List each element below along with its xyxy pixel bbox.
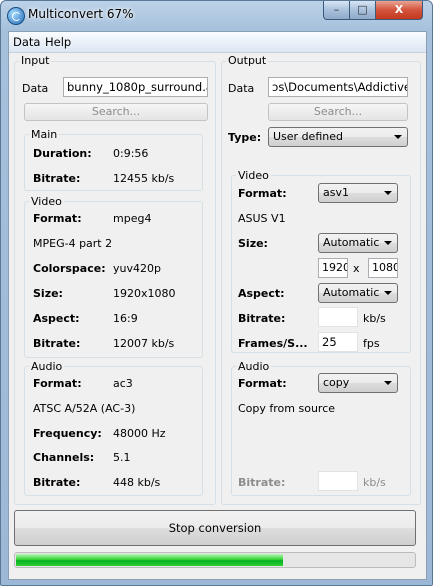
input-video-header: Video xyxy=(29,195,64,208)
input-video-format-value: mpeg4 xyxy=(113,212,152,225)
output-height-field[interactable]: 1080 xyxy=(368,258,398,278)
input-audio-format-label: Format: xyxy=(33,377,82,390)
chevron-down-icon xyxy=(384,291,392,295)
output-aspect-select[interactable]: Automatic xyxy=(318,283,398,303)
output-video-format-desc: ASUS V1 xyxy=(238,212,286,225)
input-audio-format-value: ac3 xyxy=(113,377,133,390)
input-audio-bitrate-value: 448 kb/s xyxy=(113,476,161,489)
input-data-label: Data xyxy=(22,82,49,95)
input-size-value: 1920x1080 xyxy=(113,287,176,300)
input-main-header: Main xyxy=(29,128,60,141)
app-window: Multiconvert 67% – □ X Data Help Input D… xyxy=(0,0,433,586)
output-aspect-value: Automatic xyxy=(323,286,380,299)
menu-data[interactable]: Data xyxy=(13,35,40,49)
progress-fill xyxy=(16,554,283,566)
chevron-down-icon xyxy=(384,241,392,245)
size-x-label: x xyxy=(353,262,360,275)
fps-label: Frames/S... xyxy=(238,337,308,350)
output-video-format-value: asv1 xyxy=(323,186,349,199)
input-video-bitrate-value: 12007 kb/s xyxy=(113,337,175,350)
fps-field[interactable]: 25 xyxy=(318,332,358,352)
menu-help[interactable]: Help xyxy=(45,35,71,49)
type-select-value: User defined xyxy=(273,130,343,143)
duration-label: Duration: xyxy=(33,147,92,160)
output-audio-bitrate-label: Bitrate: xyxy=(238,476,286,489)
output-audio-format-desc: Copy from source xyxy=(238,402,336,415)
frequency-value: 48000 Hz xyxy=(113,427,166,440)
output-audio-bitrate-field[interactable] xyxy=(318,471,358,491)
output-audio-format-select[interactable]: copy xyxy=(318,373,398,393)
input-bitrate-value: 12455 kb/s xyxy=(113,172,175,185)
input-aspect-label: Aspect: xyxy=(33,312,80,325)
output-video-bitrate-field[interactable] xyxy=(318,307,358,327)
output-size-select[interactable]: Automatic xyxy=(318,233,398,253)
colorspace-label: Colorspace: xyxy=(33,262,106,275)
output-video-bitrate-unit: kb/s xyxy=(363,312,386,325)
output-size-value: Automatic xyxy=(323,236,380,249)
input-video-bitrate-label: Bitrate: xyxy=(33,337,81,350)
close-button[interactable]: X xyxy=(375,1,423,20)
output-video-header: Video xyxy=(236,169,271,182)
output-video-format-label: Format: xyxy=(238,187,287,200)
input-audio-format-desc: ATSC A/52A (AC-3) xyxy=(33,402,136,415)
chevron-down-icon xyxy=(384,191,392,195)
output-header: Output xyxy=(226,54,269,67)
type-label: Type: xyxy=(228,131,262,144)
input-audio-header: Audio xyxy=(29,360,65,373)
client-area: Data Help Input Data bunny_1080p_surroun… xyxy=(8,31,427,580)
output-audio-header: Audio xyxy=(236,360,272,373)
input-audio-bitrate-label: Bitrate: xyxy=(33,476,81,489)
output-video-format-select[interactable]: asv1 xyxy=(318,183,398,203)
menu-bar: Data Help xyxy=(9,32,426,53)
output-audio-bitrate-unit: kb/s xyxy=(363,476,386,489)
input-video-format-label: Format: xyxy=(33,212,82,225)
output-width-field[interactable]: 1920 xyxy=(318,258,348,278)
input-file-field[interactable]: bunny_1080p_surround.avi xyxy=(63,77,208,97)
frequency-label: Frequency: xyxy=(33,427,102,440)
output-size-label: Size: xyxy=(238,237,268,250)
stop-conversion-button[interactable]: Stop conversion xyxy=(14,510,416,546)
chevron-down-icon xyxy=(384,381,392,385)
input-header: Input xyxy=(19,54,52,67)
output-video-bitrate-label: Bitrate: xyxy=(238,312,286,325)
window-title: Multiconvert 67% xyxy=(28,7,134,21)
type-select[interactable]: User defined xyxy=(268,127,408,147)
input-video-format-desc: MPEG-4 part 2 xyxy=(33,237,113,250)
input-size-label: Size: xyxy=(33,287,63,300)
input-aspect-value: 16:9 xyxy=(113,312,138,325)
output-aspect-label: Aspect: xyxy=(238,287,285,300)
fps-unit: fps xyxy=(363,337,380,350)
maximize-button[interactable]: □ xyxy=(349,1,376,20)
app-icon[interactable] xyxy=(7,7,25,25)
duration-value: 0:9:56 xyxy=(113,147,149,160)
channels-value: 5.1 xyxy=(113,451,131,464)
chevron-down-icon xyxy=(394,135,402,139)
output-path-field[interactable]: ɔs\Documents\AddictiveTips xyxy=(268,77,408,97)
conversion-progress-bar xyxy=(14,552,416,568)
title-bar[interactable]: Multiconvert 67% – □ X xyxy=(1,1,432,29)
output-audio-format-value: copy xyxy=(323,376,350,389)
output-audio-format-label: Format: xyxy=(238,377,287,390)
output-search-button[interactable]: Search... xyxy=(268,103,408,121)
input-search-button[interactable]: Search... xyxy=(24,103,208,121)
input-bitrate-label: Bitrate: xyxy=(33,172,81,185)
minimize-button[interactable]: – xyxy=(323,1,350,20)
output-data-label: Data xyxy=(228,82,255,95)
colorspace-value: yuv420p xyxy=(113,262,161,275)
channels-label: Channels: xyxy=(33,451,95,464)
